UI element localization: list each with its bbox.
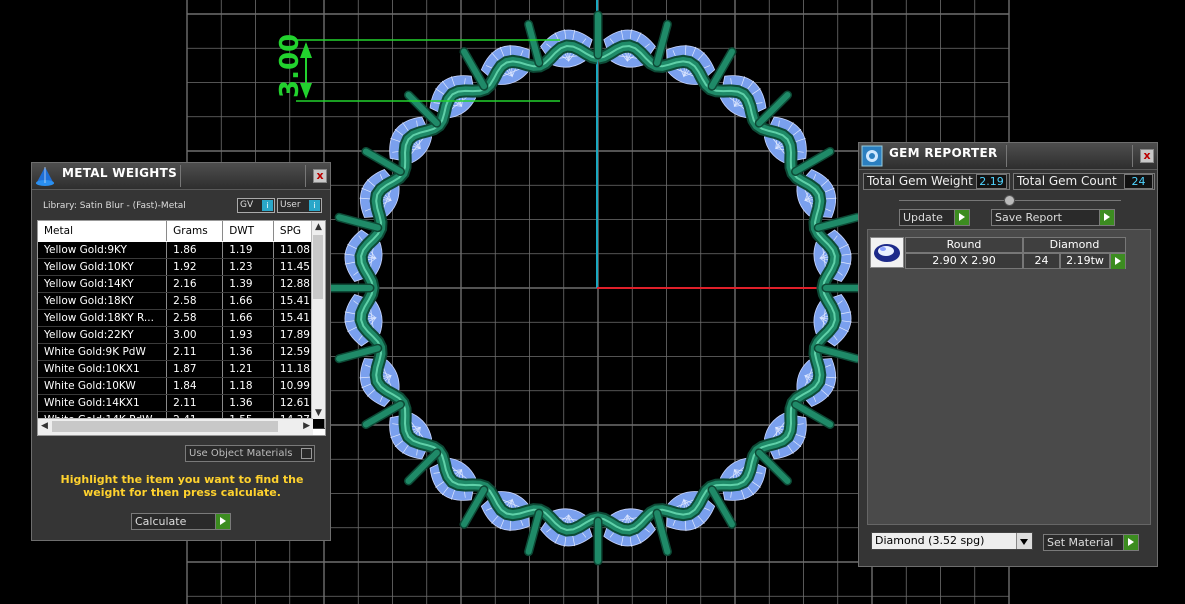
table-cell: 1.66 (222, 292, 274, 310)
table-cell: 2.16 (166, 275, 224, 293)
table-cell: 1.19 (222, 241, 274, 259)
table-cell: 1.39 (222, 275, 274, 293)
table-cell: Yellow Gold:18KY R... (38, 309, 168, 327)
gem-select-button[interactable] (1110, 253, 1126, 269)
table-cell: 1.93 (222, 326, 274, 344)
gem-thumbnail[interactable] (870, 237, 904, 268)
play-icon (1099, 210, 1114, 225)
material-select[interactable]: Diamond (3.52 spg) (871, 532, 1033, 550)
table-cell: Yellow Gold:14KY (38, 275, 168, 293)
close-icon[interactable]: x (1140, 149, 1154, 163)
table-cell: 1.87 (166, 360, 224, 378)
table-row[interactable]: White Gold:14KX1 2.11 1.36 12.61 (38, 394, 325, 412)
dimension-label: 3.00 (275, 34, 305, 98)
play-icon (1111, 254, 1125, 269)
table-cell: 1.18 (222, 377, 274, 395)
table-cell: 1.92 (166, 258, 224, 276)
calculate-hint: Highlight the item you want to find the … (60, 473, 304, 499)
play-icon (954, 210, 969, 225)
vertical-scrollbar[interactable]: ▲ ▼ (311, 221, 325, 419)
metal-table-grid: Metal Grams DWT SPG Yellow Gold:9KY 1.86 1… (38, 221, 325, 429)
metal-table[interactable]: Metal Grams DWT SPG Yellow Gold:9KY 1.86 1… (37, 220, 326, 436)
table-cell: 2.11 (166, 343, 224, 361)
save-report-button[interactable]: Save Report (991, 209, 1115, 226)
calculate-button[interactable]: Calculate (131, 513, 231, 530)
metal-weights-icon (36, 167, 54, 186)
table-row[interactable]: Yellow Gold:22KY 3.00 1.93 17.89 (38, 326, 325, 344)
gem-list[interactable]: Round Diamond 2.90 X 2.90 24 2.19tw (867, 229, 1151, 525)
table-row[interactable]: Yellow Gold:14KY 2.16 1.39 12.88 (38, 275, 325, 293)
scroll-thumb[interactable] (313, 235, 323, 299)
user-toggle[interactable]: User i (277, 198, 322, 213)
chevron-down-icon[interactable] (1016, 533, 1032, 549)
table-cell: 1.36 (222, 394, 274, 412)
use-object-materials-button[interactable]: Use Object Materials (185, 445, 315, 462)
scroll-up-icon[interactable]: ▲ (315, 222, 322, 232)
table-cell: 3.00 (166, 326, 224, 344)
gem-reporter-title: GEM REPORTER (889, 146, 998, 160)
table-cell: 1.36 (222, 343, 274, 361)
info-icon: i (262, 200, 273, 211)
metal-weights-titlebar[interactable]: METAL WEIGHTS x (32, 163, 330, 190)
gem-weight: 2.19tw (1060, 253, 1110, 269)
column-header-grams[interactable]: Grams (166, 221, 224, 242)
table-cell: 2.11 (166, 394, 224, 412)
table-cell: Yellow Gold:10KY (38, 258, 168, 276)
horizontal-scrollbar[interactable]: ◀ ▶ (38, 418, 313, 435)
total-gem-weight-value: 2.19 (976, 174, 1007, 189)
slider-knob[interactable] (1004, 195, 1015, 206)
gem-count: 24 (1023, 253, 1060, 269)
table-row[interactable]: White Gold:10KX1 1.87 1.21 11.18 (38, 360, 325, 378)
metal-weights-title: METAL WEIGHTS (62, 166, 178, 180)
scroll-thumb[interactable] (52, 421, 278, 432)
gv-toggle[interactable]: GV i (237, 198, 275, 213)
update-button[interactable]: Update (899, 209, 970, 226)
gem-cut-header: Round (905, 237, 1023, 253)
table-row[interactable]: Yellow Gold:18KY 2.58 1.66 15.41 (38, 292, 325, 310)
library-label: Library: Satin Blur - (Fast)-Metal (43, 201, 186, 211)
play-icon (215, 514, 230, 529)
round-gem-icon (874, 244, 900, 262)
checkbox[interactable] (301, 448, 312, 459)
table-cell: 1.23 (222, 258, 274, 276)
table-cell: Yellow Gold:18KY (38, 292, 168, 310)
table-cell: 2.58 (166, 309, 224, 327)
gem-size: 2.90 X 2.90 (905, 253, 1023, 269)
column-header-metal[interactable]: Metal (38, 221, 168, 242)
scroll-left-icon[interactable]: ◀ (41, 421, 48, 431)
gem-reporter-icon (861, 145, 883, 167)
table-cell: 1.86 (166, 241, 224, 259)
table-cell: 1.66 (222, 309, 274, 327)
gem-reporter-panel: GEM REPORTER x Total Gem Weight 2.19 Tot… (858, 142, 1158, 567)
table-cell: White Gold:9K PdW (38, 343, 168, 361)
scroll-right-icon[interactable]: ▶ (303, 421, 310, 431)
table-cell: White Gold:10KX1 (38, 360, 168, 378)
table-row[interactable]: Yellow Gold:9KY 1.86 1.19 11.08 (38, 241, 325, 259)
table-cell: 1.21 (222, 360, 274, 378)
table-row[interactable]: White Gold:9K PdW 2.11 1.36 12.59 (38, 343, 325, 361)
table-cell: 2.58 (166, 292, 224, 310)
gem-reporter-titlebar[interactable]: GEM REPORTER x (859, 143, 1157, 170)
table-row[interactable]: Yellow Gold:10KY 1.92 1.23 11.45 (38, 258, 325, 276)
close-icon[interactable]: x (313, 169, 327, 183)
table-row[interactable]: Yellow Gold:18KY R... 2.58 1.66 15.41 (38, 309, 325, 327)
total-gem-count-value: 24 (1124, 174, 1153, 189)
set-material-button[interactable]: Set Material (1043, 534, 1139, 551)
gem-material-header: Diamond (1023, 237, 1126, 253)
table-header-row: Metal Grams DWT SPG (38, 221, 325, 242)
info-icon: i (309, 200, 320, 211)
metal-weights-panel: METAL WEIGHTS x Library: Satin Blur - (F… (31, 162, 331, 541)
scroll-down-icon[interactable]: ▼ (315, 408, 322, 418)
play-icon (1123, 535, 1138, 550)
table-cell: Yellow Gold:22KY (38, 326, 168, 344)
table-cell: White Gold:10KW (38, 377, 168, 395)
table-cell: White Gold:14KX1 (38, 394, 168, 412)
table-row[interactable]: White Gold:10KW 1.84 1.18 10.99 (38, 377, 325, 395)
column-header-dwt[interactable]: DWT (222, 221, 274, 242)
table-cell: Yellow Gold:9KY (38, 241, 168, 259)
table-cell: 1.84 (166, 377, 224, 395)
